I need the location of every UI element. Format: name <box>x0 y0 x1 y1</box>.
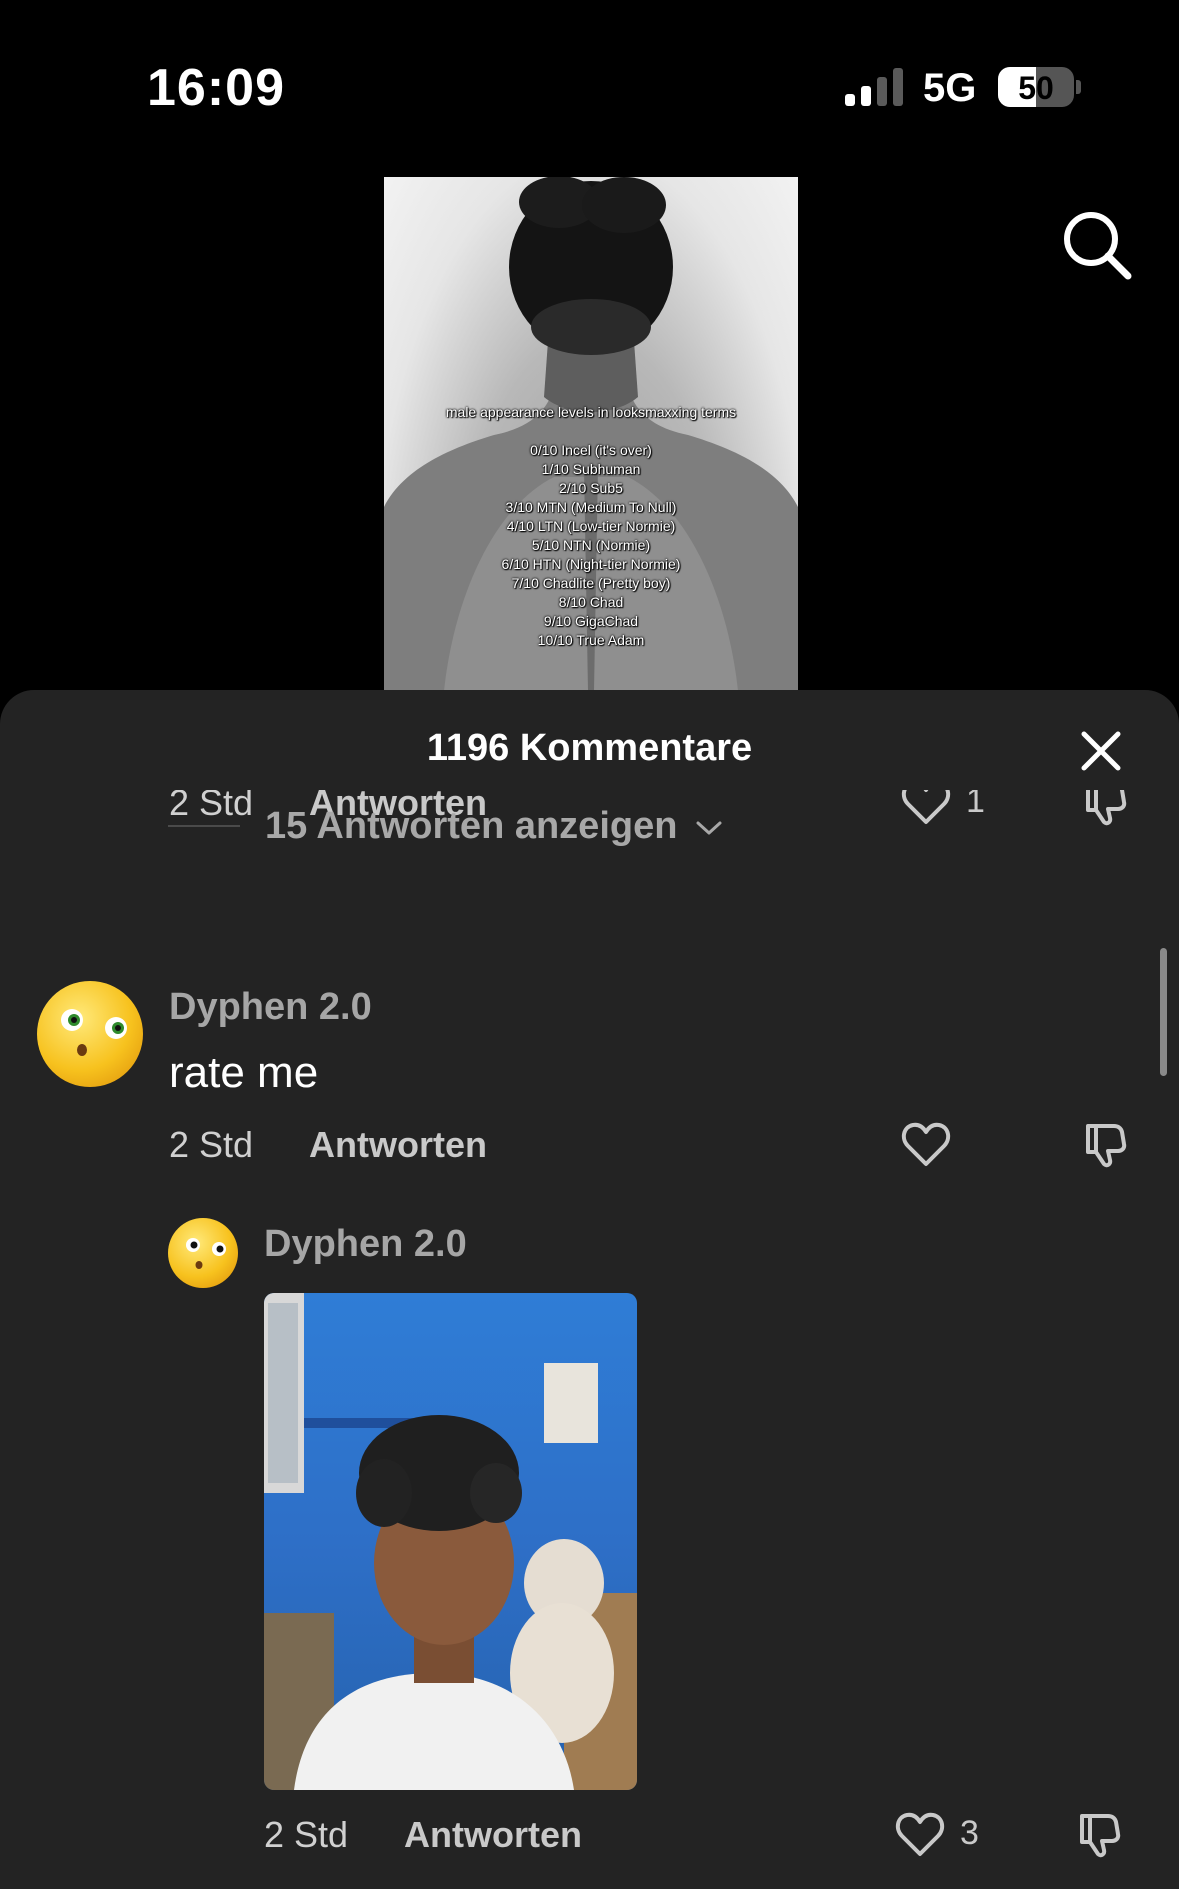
reply-button[interactable]: Antworten <box>404 1814 582 1856</box>
network-label: 5G <box>923 66 977 110</box>
overlay-line: 9/10 GigaChad <box>543 613 639 629</box>
overlay-line: 6/10 HTN (Night-tier Normie) <box>501 556 681 572</box>
like-count: 1 <box>966 790 985 820</box>
comment-photo[interactable] <box>264 1293 637 1790</box>
heart-icon[interactable] <box>900 790 952 828</box>
reply-button[interactable]: Antworten <box>309 1124 487 1166</box>
show-replies-text: 15 Antworten anzeigen <box>265 805 678 847</box>
show-replies-label: 15 Antworten anzeigen <box>265 805 724 848</box>
overlay-line: 5/10 NTN (Normie) <box>531 537 651 553</box>
comment-time: 2 Std <box>169 790 254 823</box>
search-icon[interactable] <box>1060 208 1134 282</box>
comments-sheet: 1196 Kommentare 2 Std Antworten 1 15 Ant… <box>0 690 1179 1889</box>
overlay-line: 10/10 True Adam <box>537 632 645 648</box>
comments-title: 1196 Kommentare <box>426 727 753 769</box>
heart-icon[interactable] <box>900 1118 952 1170</box>
heart-icon[interactable] <box>894 1808 946 1860</box>
thumbs-down-icon[interactable] <box>1080 790 1132 828</box>
overlay-line: 4/10 LTN (Low-tier Normie) <box>506 518 676 534</box>
replies-divider <box>168 825 240 827</box>
status-bar: 16:09 5G 50 <box>0 0 1179 170</box>
battery-icon: 50 <box>998 67 1074 107</box>
like-count: 3 <box>960 1814 979 1852</box>
overlay-line: 1/10 Subhuman <box>541 461 641 477</box>
battery-tip <box>1076 80 1081 94</box>
avatar[interactable] <box>36 980 144 1088</box>
overlay-line: 2/10 Sub5 <box>559 480 623 496</box>
video-thumbnail[interactable]: male appearance levels in looksmaxxing t… <box>384 177 798 691</box>
overlay-line: 0/10 Incel (it's over) <box>530 442 652 458</box>
scrollbar[interactable] <box>1160 948 1167 1076</box>
chevron-down-icon <box>696 821 722 835</box>
photo-content <box>264 1293 637 1790</box>
thumbs-down-icon[interactable] <box>1074 1808 1126 1860</box>
battery-percent: 50 <box>1018 70 1054 106</box>
overlay-line: 7/10 Chadlite (Pretty boy) <box>511 575 671 591</box>
overlay-title: male appearance levels in looksmaxxing t… <box>445 404 737 420</box>
status-time: 16:09 <box>147 59 285 117</box>
signal-icon <box>845 68 903 106</box>
reply-time: 2 Std <box>264 1814 349 1855</box>
overlay-line: 3/10 MTN (Medium To Null) <box>505 499 677 515</box>
close-icon[interactable] <box>1078 728 1124 774</box>
comment-time: 2 Std <box>169 1124 254 1165</box>
comment-username[interactable]: Dyphen 2.0 <box>169 986 372 1029</box>
comment-text: rate me <box>169 1048 319 1097</box>
reply-username[interactable]: Dyphen 2.0 <box>264 1223 467 1266</box>
video-overlay-text: male appearance levels in looksmaxxing t… <box>384 403 798 650</box>
overlay-line: 8/10 Chad <box>558 594 624 610</box>
thumbs-down-icon[interactable] <box>1080 1118 1132 1170</box>
avatar[interactable] <box>167 1217 239 1289</box>
